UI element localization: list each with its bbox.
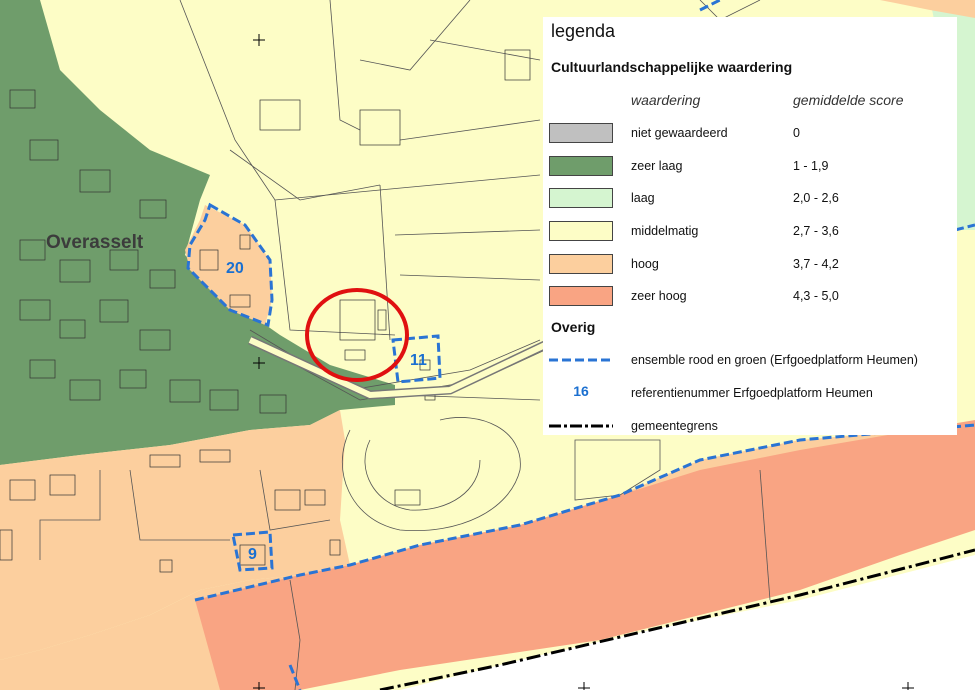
legend-swatch — [549, 123, 613, 143]
legend-class-label: hoog — [631, 257, 659, 271]
legend-other-gemeentegrens: gemeentegrens — [543, 416, 957, 438]
dashed-blue-line-icon — [549, 358, 613, 362]
reference-number-20: 20 — [226, 260, 244, 277]
legend-other-label: gemeentegrens — [631, 419, 718, 433]
dash-dot-line-icon — [549, 424, 613, 428]
reference-number-symbol: 16 — [573, 383, 589, 399]
reference-number-9: 9 — [248, 546, 257, 563]
legend-other-label: ensemble rood en groen (Erfgoedplatform … — [631, 353, 918, 367]
legend-swatch — [549, 221, 613, 241]
legend-class-score: 4,3 - 5,0 — [793, 289, 839, 303]
legend-class-score: 1 - 1,9 — [793, 159, 829, 173]
legend-other-ensemble: ensemble rood en groen (Erfgoedplatform … — [543, 350, 957, 372]
legend-class-hoog: hoog 3,7 - 4,2 — [543, 254, 957, 276]
legend-class-label: niet gewaardeerd — [631, 126, 728, 140]
legend-section-overig: Overig — [551, 319, 596, 335]
legend-column-score: gemiddelde score — [793, 92, 904, 108]
legend-class-niet-gewaardeerd: niet gewaardeerd 0 — [543, 123, 957, 145]
legend-swatch — [549, 156, 613, 176]
legend-class-label: laag — [631, 191, 655, 205]
legend-class-label: zeer laag — [631, 159, 683, 173]
legend-class-zeer-hoog: zeer hoog 4,3 - 5,0 — [543, 286, 957, 308]
legend-class-score: 0 — [793, 126, 800, 140]
legend-class-label: zeer hoog — [631, 289, 687, 303]
legend-class-laag: laag 2,0 - 2,6 — [543, 188, 957, 210]
legend-swatch — [549, 254, 613, 274]
legend-class-score: 2,0 - 2,6 — [793, 191, 839, 205]
reference-number-11: 11 — [410, 352, 427, 369]
legend-swatch — [549, 286, 613, 306]
place-name-overasselt: Overasselt — [46, 232, 144, 253]
legend-class-score: 2,7 - 3,6 — [793, 224, 839, 238]
legend-class-zeer-laag: zeer laag 1 - 1,9 — [543, 156, 957, 178]
map-legend: legenda Cultuurlandschappelijke waarderi… — [543, 17, 957, 435]
legend-other-label: referentienummer Erfgoedplatform Heumen — [631, 386, 873, 400]
legend-title: legenda — [551, 21, 616, 41]
legend-column-waardering: waardering — [631, 92, 701, 108]
legend-class-score: 3,7 - 4,2 — [793, 257, 839, 271]
legend-section-waardering: Cultuurlandschappelijke waardering — [551, 59, 793, 75]
legend-class-middelmatig: middelmatig 2,7 - 3,6 — [543, 221, 957, 243]
legend-class-label: middelmatig — [631, 224, 699, 238]
legend-other-referentienummer: 16 referentienummer Erfgoedplatform Heum… — [543, 383, 957, 405]
legend-swatch — [549, 188, 613, 208]
